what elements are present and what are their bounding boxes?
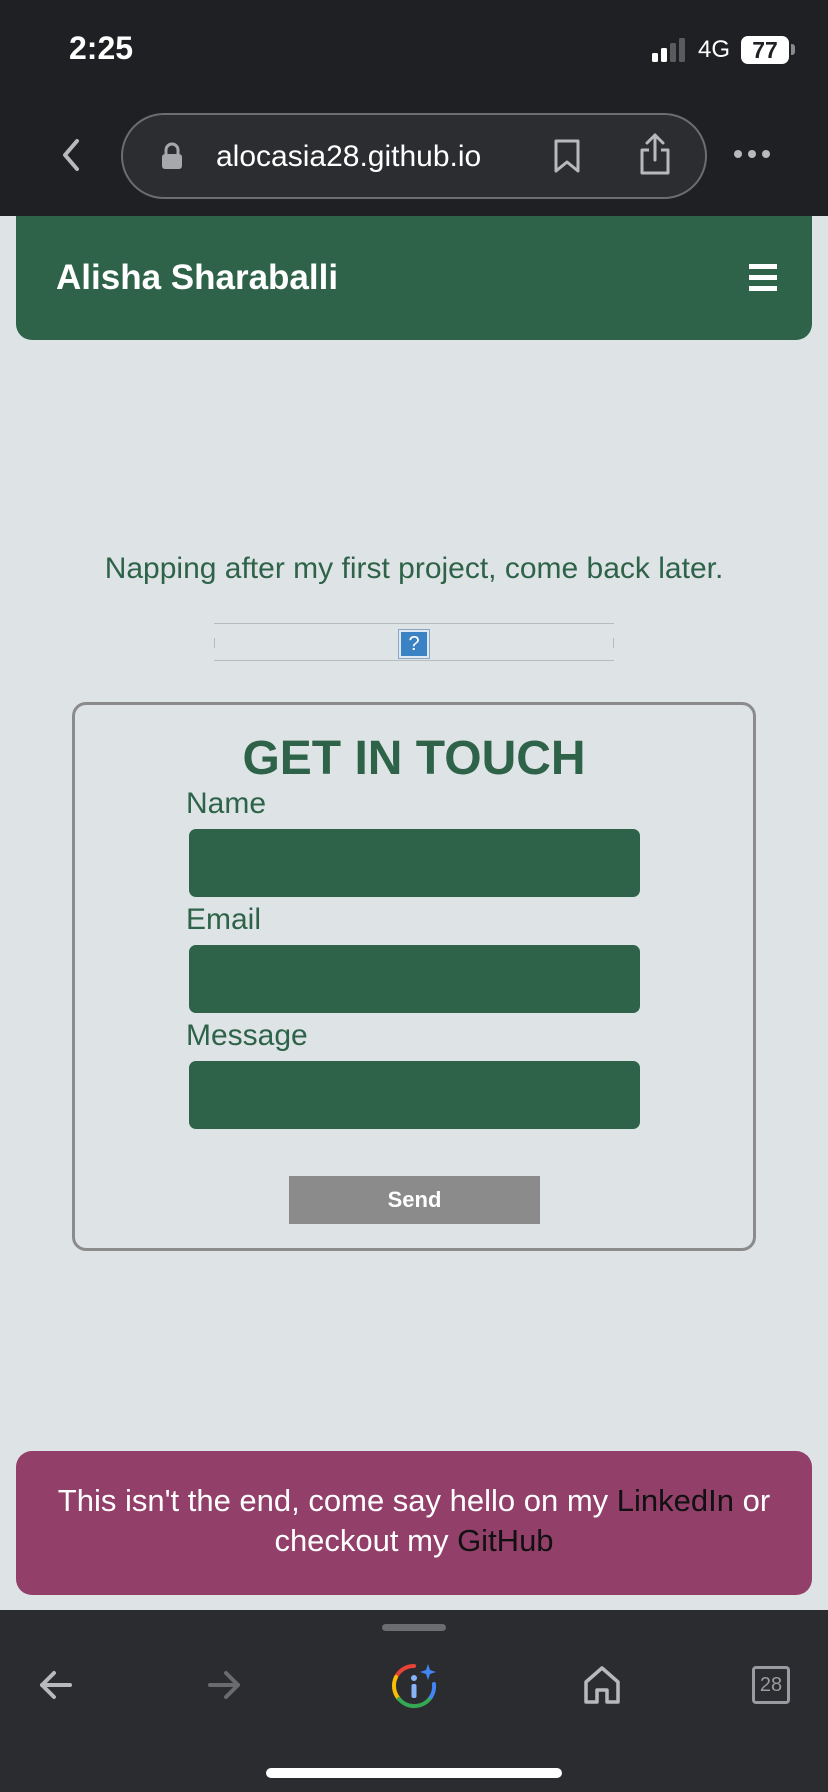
contact-title: GET IN TOUCH: [242, 732, 586, 785]
arrow-left-icon[interactable]: [38, 1668, 74, 1702]
name-field[interactable]: [189, 829, 640, 897]
battery-indicator: 77: [741, 36, 789, 64]
menu-bar: [749, 264, 777, 269]
network-type: 4G: [698, 36, 731, 63]
back-chevron-icon[interactable]: [58, 136, 84, 174]
menu-bar: [749, 286, 777, 291]
name-label: Name: [186, 787, 267, 820]
menu-icon[interactable]: [749, 264, 777, 292]
status-message: Napping after my first project, come bac…: [104, 552, 724, 585]
menu-bar: [749, 275, 777, 280]
message-field[interactable]: [189, 1061, 640, 1129]
send-button[interactable]: Send: [289, 1176, 540, 1224]
drag-handle[interactable]: [382, 1624, 446, 1631]
share-icon[interactable]: [638, 132, 672, 176]
footer-text: This isn't the end, come say hello on my…: [16, 1481, 812, 1561]
contact-form: GET IN TOUCH Name Email Message Send: [72, 702, 756, 1251]
email-label: Email: [186, 903, 262, 936]
tabs-button[interactable]: 28: [752, 1666, 790, 1704]
bookmark-icon[interactable]: [552, 138, 582, 174]
google-lens-icon[interactable]: [390, 1662, 438, 1710]
home-indicator: [266, 1768, 562, 1778]
site-footer: This isn't the end, come say hello on my…: [16, 1451, 812, 1595]
site-header: Alisha Sharaballi: [16, 216, 812, 340]
status-time: 2:25: [69, 30, 134, 66]
broken-image: ?: [214, 623, 614, 661]
github-link[interactable]: GitHub: [457, 1523, 553, 1558]
url-text[interactable]: alocasia28.github.io: [216, 140, 481, 174]
footer-text-start: This isn't the end, come say hello on my: [57, 1483, 617, 1518]
message-label: Message: [186, 1019, 308, 1052]
broken-image-edge: [613, 638, 614, 648]
broken-image-edge: [214, 638, 215, 648]
cellular-signal-icon: [652, 38, 685, 62]
browser-top-bar: 2:25 4G 77 alocasia28.github.io: [0, 0, 828, 216]
battery-tip: [791, 44, 795, 55]
email-field[interactable]: [189, 945, 640, 1013]
home-icon[interactable]: [582, 1664, 622, 1706]
site-title[interactable]: Alisha Sharaballi: [56, 258, 338, 298]
arrow-right-icon[interactable]: [206, 1668, 242, 1702]
browser-bottom-toolbar: 28: [0, 1610, 828, 1792]
more-icon[interactable]: [732, 148, 772, 160]
lock-icon: [162, 142, 182, 169]
linkedin-link[interactable]: LinkedIn: [617, 1483, 734, 1518]
broken-image-icon: ?: [398, 629, 430, 659]
